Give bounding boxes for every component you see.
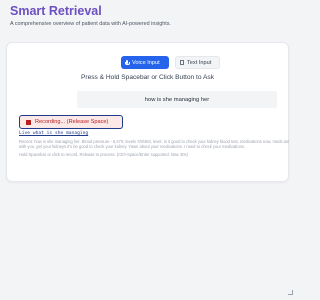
- document-icon: [180, 60, 184, 65]
- page-subtitle: A comprehensive overview of patient data…: [10, 21, 171, 27]
- voice-input-button[interactable]: Voice Input: [121, 56, 169, 69]
- live-transcript: Live what is she managing: [19, 131, 89, 136]
- recording-label: Recording... (Release Space): [35, 119, 109, 125]
- text-input-button[interactable]: Text Input: [175, 56, 220, 69]
- recording-button[interactable]: Recording... (Release Space): [19, 115, 123, 129]
- retrieval-card: Voice Input Text Input Press & Hold Spac…: [6, 42, 289, 182]
- text-input-label: Text Input: [187, 59, 212, 66]
- transcript-text: how is she managing her: [144, 96, 210, 103]
- help-text: Hold Spacebar or click to record. Releas…: [19, 152, 188, 157]
- log-line: with you, get your kidneys it's be good …: [19, 144, 246, 149]
- voice-input-label: Voice Input: [132, 59, 160, 66]
- resize-handle-icon[interactable]: [288, 290, 293, 295]
- microphone-icon: [125, 59, 130, 66]
- page-title: Smart Retrieval: [10, 4, 102, 18]
- stop-icon: [26, 119, 31, 125]
- transcript-display: how is she managing her: [77, 91, 277, 108]
- voice-instructions: Press & Hold Spacebar or Click Button to…: [80, 74, 215, 81]
